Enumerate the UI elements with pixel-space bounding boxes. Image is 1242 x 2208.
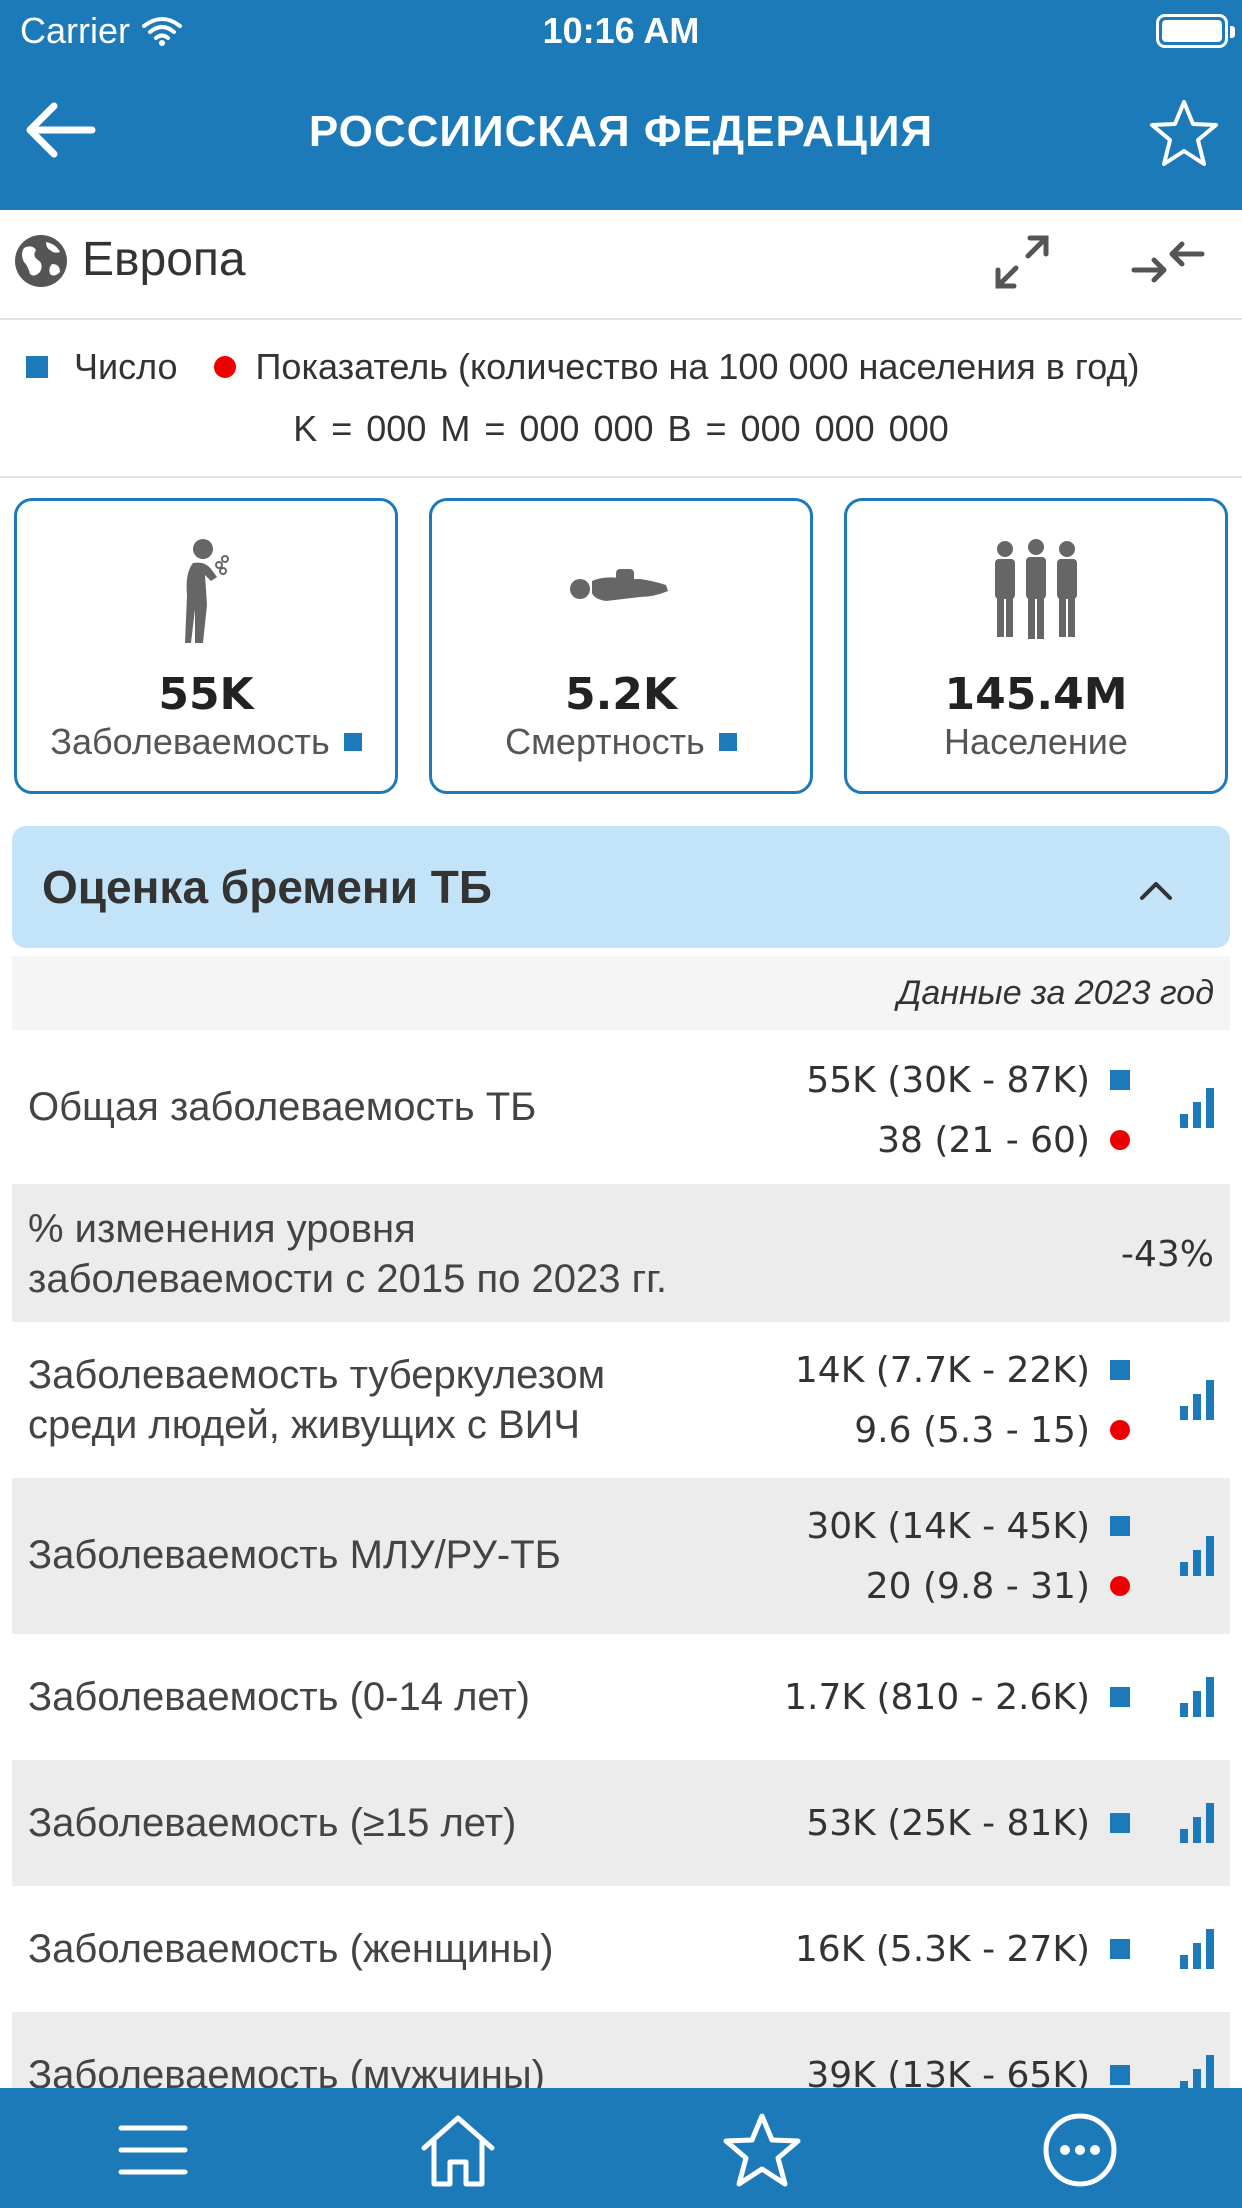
navigation-bar: РОССИИСКАЯ ФЕДЕРАЦИЯ: [0, 62, 1242, 210]
number-square-icon: [26, 356, 48, 378]
coughing-person-icon: [185, 539, 229, 643]
legend-rate-label: Показатель (количество на 100 000 населе…: [255, 346, 1140, 387]
region-name: Европа: [82, 233, 246, 286]
lying-person-icon: [570, 569, 668, 601]
number-square-icon: [1110, 1070, 1130, 1090]
legend-row: Число Показатель (количество на 100 000 …: [26, 346, 1139, 388]
table-row[interactable]: Заболеваемость (≥15 лет) 53K (25K - 81K): [12, 1760, 1230, 1886]
table-row[interactable]: Заболеваемость (женщины) 16K (5.3K - 27K…: [12, 1886, 1230, 2012]
row-label: среди людей, живущих с ВИЧ: [28, 1403, 581, 1447]
row-label: % изменения уровня: [28, 1207, 416, 1251]
population-label: Население: [944, 721, 1128, 762]
number-square-icon: [343, 733, 362, 751]
region-row: Европа: [0, 210, 1242, 320]
page-title: РОССИИСКАЯ ФЕДЕРАЦИЯ: [308, 107, 934, 156]
incidence-label: Заболеваемость: [50, 721, 330, 762]
home-icon[interactable]: [418, 2110, 498, 2190]
mortality-value: 5.2K: [564, 669, 678, 720]
row-percent: -43%: [1120, 1234, 1214, 1275]
favorite-star-icon[interactable]: [1148, 98, 1220, 170]
legend-units: K = 000 M = 000 000 B = 000 000 000: [293, 408, 949, 449]
bar-chart-icon[interactable]: [1180, 1929, 1216, 1969]
incidence-card[interactable]: 55K Заболеваемость: [14, 498, 398, 794]
number-square-icon: [718, 733, 737, 751]
population-icon: [995, 539, 1077, 639]
number-square-icon: [1110, 1813, 1130, 1833]
chevron-up-icon[interactable]: [1136, 870, 1176, 910]
bar-chart-icon[interactable]: [1180, 1803, 1216, 1843]
population-value: 145.4M: [944, 669, 1128, 720]
table-row[interactable]: Заболеваемость туберкулезом среди людей,…: [12, 1322, 1230, 1478]
row-label: Заболеваемость (≥15 лет): [28, 1801, 517, 1845]
mortality-label: Смертность: [505, 721, 705, 762]
menu-icon[interactable]: [113, 2110, 193, 2190]
bar-chart-icon[interactable]: [1180, 1536, 1216, 1576]
number-square-icon: [1110, 1516, 1130, 1536]
row-rate: 20 (9.8 - 31): [865, 1565, 1090, 1607]
row-label: заболеваемости с 2015 по 2023 гг.: [28, 1257, 668, 1301]
row-number: 1.7K (810 - 2.6K): [784, 1676, 1090, 1718]
row-number: 30K (14K - 45K): [806, 1505, 1090, 1547]
table-row[interactable]: Заболеваемость (0-14 лет) 1.7K (810 - 2.…: [12, 1634, 1230, 1760]
row-label: Общая заболеваемость ТБ: [28, 1085, 537, 1129]
mortality-card[interactable]: 5.2K Смертность: [429, 498, 813, 794]
row-number: 16K (5.3K - 27K): [794, 1928, 1090, 1970]
row-label: Заболеваемость туберкулезом: [28, 1353, 606, 1397]
rate-dot-icon: [213, 356, 236, 378]
population-card[interactable]: 145.4M Население: [844, 498, 1228, 794]
top-bar: Carrier 10:16 AM РОССИИСКАЯ ФЕДЕРАЦИЯ: [0, 0, 1242, 210]
globe-icon: [15, 235, 67, 287]
table-row[interactable]: Заболеваемость (мужчины) 39K (13K - 65K): [12, 2012, 1230, 2088]
row-rate: 9.6 (5.3 - 15): [854, 1409, 1090, 1451]
bar-chart-icon[interactable]: [1180, 1088, 1216, 1128]
row-number: 53K (25K - 81K): [806, 1802, 1090, 1844]
battery-icon: [1156, 14, 1235, 48]
legend: Число Показатель (количество на 100 000 …: [0, 322, 1242, 478]
data-year: Данные за 2023 год: [12, 956, 1230, 1030]
legend-number-label: Число: [74, 346, 178, 387]
number-square-icon: [1110, 2065, 1130, 2085]
row-label: Заболеваемость (0-14 лет): [28, 1675, 530, 1719]
row-label: Заболеваемость (женщины): [28, 1927, 554, 1971]
status-bar: Carrier 10:16 AM: [0, 0, 1242, 62]
more-options-icon[interactable]: [1040, 2110, 1120, 2190]
rate-dot-icon: [1110, 1420, 1130, 1440]
row-number: 14K (7.7K - 22K): [794, 1349, 1090, 1391]
row-label: Заболеваемость МЛУ/РУ-ТБ: [28, 1533, 561, 1577]
table-row[interactable]: Заболеваемость МЛУ/РУ-ТБ 30K (14K - 45K)…: [12, 1478, 1230, 1634]
rate-dot-icon: [1110, 1130, 1130, 1150]
bar-chart-icon[interactable]: [1180, 1380, 1216, 1420]
indicator-table: Общая заболеваемость ТБ 55K (30K - 87K) …: [12, 1032, 1230, 2088]
row-number: 55K (30K - 87K): [806, 1059, 1090, 1101]
bar-chart-icon[interactable]: [1180, 2055, 1216, 2088]
number-square-icon: [1110, 1687, 1130, 1707]
rate-dot-icon: [1110, 1576, 1130, 1596]
row-rate: 38 (21 - 60): [877, 1119, 1090, 1161]
favorites-star-icon[interactable]: [722, 2110, 802, 2190]
bar-chart-icon[interactable]: [1180, 1677, 1216, 1717]
number-square-icon: [1110, 1939, 1130, 1959]
bottom-tab-bar: [0, 2088, 1242, 2208]
expand-icon[interactable]: [990, 230, 1054, 294]
table-row[interactable]: Общая заболеваемость ТБ 55K (30K - 87K) …: [12, 1032, 1230, 1184]
row-label: Заболеваемость (мужчины): [28, 2053, 545, 2088]
section-title: Оценка бремени ТБ: [42, 861, 492, 913]
table-row: % изменения уровня заболеваемости с 2015…: [12, 1184, 1230, 1322]
status-time: 10:16 AM: [542, 10, 700, 51]
row-number: 39K (13K - 65K): [806, 2054, 1090, 2089]
number-square-icon: [1110, 1360, 1130, 1380]
collapse-icon[interactable]: [1130, 230, 1206, 294]
tb-burden-section-header[interactable]: Оценка бремени ТБ: [12, 826, 1230, 948]
incidence-value: 55K: [158, 669, 254, 720]
